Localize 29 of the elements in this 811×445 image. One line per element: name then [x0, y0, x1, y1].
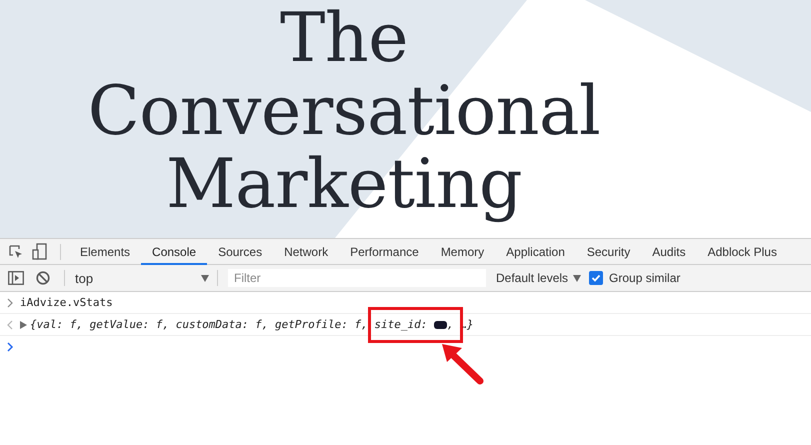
devtools-tab[interactable]: Network — [273, 240, 340, 265]
checkbox[interactable] — [589, 271, 604, 285]
sidebar-toggle-icon[interactable] — [8, 271, 24, 285]
input-chevron-icon — [6, 298, 14, 308]
devtools-tab[interactable]: Memory — [430, 240, 496, 265]
devtools-tab[interactable]: Adblock Plus — [696, 240, 788, 265]
prompt-chevron-icon[interactable] — [6, 342, 14, 352]
devtools-tab[interactable]: Audits — [641, 240, 697, 265]
devtools-tab[interactable]: Application — [495, 240, 576, 265]
console-output: {val: f, getValue: f, customData: f, getProfile: f, site_id: — [30, 318, 428, 331]
pointer-arrow — [440, 341, 486, 385]
devtools-tab[interactable]: Security — [576, 240, 642, 265]
levels-dropdown[interactable]: Default levels — [492, 271, 586, 285]
device-toggle-icon[interactable] — [32, 242, 48, 260]
filter-field[interactable]: Filter — [228, 269, 486, 287]
console-command: iAdvize.vStats — [20, 296, 113, 309]
page-heading: The — [280, 2, 408, 75]
caret-icon — [201, 274, 209, 282]
context-select[interactable]: top — [73, 268, 213, 288]
inspect-icon[interactable] — [8, 244, 24, 260]
devtools-tab[interactable]: Sources — [207, 240, 274, 265]
devtools-tab[interactable]: Elements — [69, 240, 142, 265]
devtools-tab[interactable]: Performance — [339, 240, 430, 265]
page-heading: Conversational — [88, 75, 600, 148]
checkbox-label: Group similar — [609, 271, 680, 285]
clear-icon[interactable] — [36, 271, 50, 285]
caret-icon — [573, 274, 582, 282]
expand-triangle-icon[interactable] — [20, 320, 27, 328]
page-heading: Marketing — [166, 148, 522, 221]
